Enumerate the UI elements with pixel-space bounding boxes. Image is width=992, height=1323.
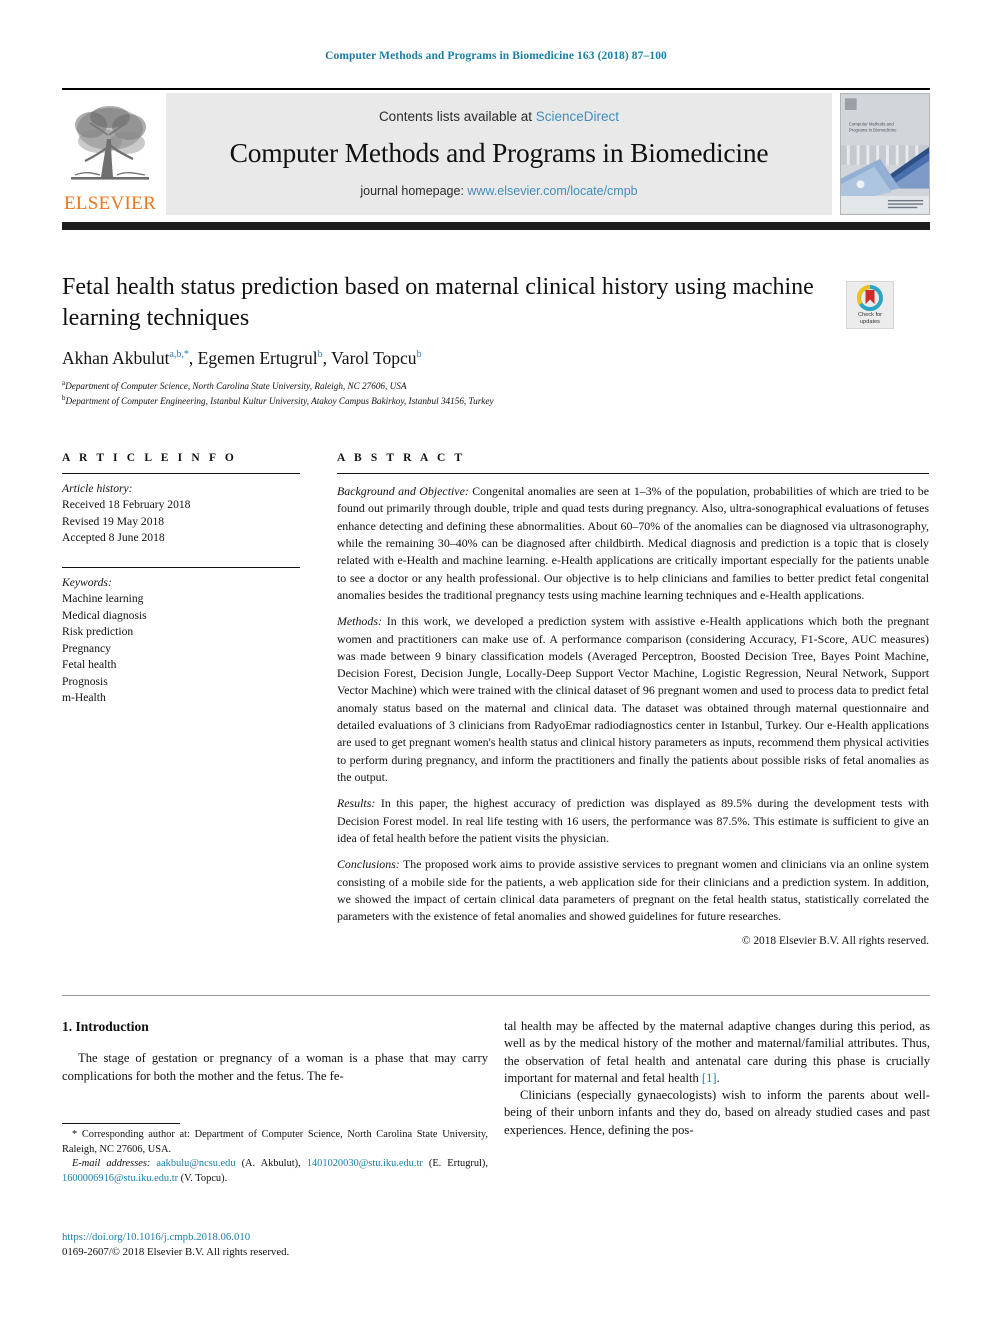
citation-ref-1[interactable]: [1] xyxy=(702,1071,717,1085)
homepage-prefix: journal homepage: xyxy=(360,183,468,198)
masthead-dark-rule xyxy=(62,222,930,230)
email-link-2[interactable]: 1401020030@stu.iku.edu.tr xyxy=(307,1158,423,1169)
journal-homepage-link[interactable]: www.elsevier.com/locate/cmpb xyxy=(467,184,637,198)
keywords-block: Keywords: Machine learning Medical diagn… xyxy=(62,575,300,707)
abstract-conclusions-text: The proposed work aims to provide assist… xyxy=(337,857,929,924)
introduction-paragraph-2-right: Clinicians (especially gynaecologists) w… xyxy=(504,1088,930,1137)
author-list: Akhan Akbuluta,b,*, Egemen Ertugrulb, Va… xyxy=(62,348,422,368)
doi-link[interactable]: https://doi.org/10.1016/j.cmpb.2018.06.0… xyxy=(62,1230,502,1245)
abstract-rule xyxy=(337,473,929,474)
abstract-column: A B S T R A C T Background and Objective… xyxy=(337,452,929,947)
intro-p1-right-post: . xyxy=(716,1070,720,1085)
keyword-item: Risk prediction xyxy=(62,625,134,639)
email-addresses-note: E-mail addresses: aakbulu@ncsu.edu (A. A… xyxy=(62,1157,488,1186)
crossmark-label: Check for updates xyxy=(858,312,882,325)
footnotes-block: * Corresponding author at: Department of… xyxy=(62,1128,488,1186)
abstract-results-paragraph: Results: In this paper, the highest accu… xyxy=(337,795,929,847)
keyword-item: Machine learning xyxy=(62,592,144,606)
journal-title: Computer Methods and Programs in Biomedi… xyxy=(229,136,769,168)
article-info-rule xyxy=(62,473,300,474)
journal-masthead: ELSEVIER Contents lists available at Sci… xyxy=(62,88,930,215)
abstract-background-paragraph: Background and Objective: Congenital ano… xyxy=(337,483,929,604)
abstract-copyright: © 2018 Elsevier B.V. All rights reserved… xyxy=(741,934,929,947)
email-name-2: (E. Ertugrul), xyxy=(422,1158,488,1170)
crossmark-badge[interactable]: Check for updates xyxy=(846,281,894,329)
elsevier-wordmark: ELSEVIER xyxy=(63,193,157,214)
body-column-left: 1. Introduction The stage of gestation o… xyxy=(62,1018,488,1085)
keyword-item: Fetal health xyxy=(62,658,117,672)
introduction-heading: 1. Introduction xyxy=(62,1019,149,1034)
keyword-item: Pregnancy xyxy=(62,641,111,655)
contents-available-line: Contents lists available at ScienceDirec… xyxy=(379,109,619,124)
issn-copyright-line: 0169-2607/© 2018 Elsevier B.V. All right… xyxy=(62,1246,290,1259)
introduction-paragraph-1-left: The stage of gestation or pregnancy of a… xyxy=(62,1051,488,1083)
journal-cover-art: Computer Methods and Programs in Biomedi… xyxy=(841,94,929,214)
corresponding-author-note: * Corresponding author at: Department of… xyxy=(62,1128,488,1157)
svg-text:Programs in Biomedicine: Programs in Biomedicine xyxy=(849,128,897,133)
corresponding-author-text: Corresponding author at: Department of C… xyxy=(62,1129,488,1155)
body-separator-rule xyxy=(62,995,930,996)
keywords-rule xyxy=(62,566,300,568)
affiliation-b: bDepartment of Computer Engineering, Ist… xyxy=(62,394,494,407)
abstract-background-label: Background and Objective: xyxy=(337,484,469,498)
history-item: Revised 19 May 2018 xyxy=(62,514,165,528)
email-name-3: (V. Topcu). xyxy=(178,1172,228,1184)
contents-prefix: Contents lists available at xyxy=(378,108,536,124)
crossmark-icon xyxy=(857,284,883,311)
svg-text:Computer Methods and: Computer Methods and xyxy=(849,122,895,127)
history-item: Received 18 February 2018 xyxy=(62,498,191,512)
email-addresses-label: E-mail addresses: xyxy=(72,1158,151,1170)
running-head: Computer Methods and Programs in Biomedi… xyxy=(325,50,667,62)
keyword-item: Prognosis xyxy=(62,674,108,688)
abstract-conclusions-paragraph: Conclusions: The proposed work aims to p… xyxy=(337,856,929,925)
crossmark-line-2: updates xyxy=(860,318,880,325)
affiliation-a: aDepartment of Computer Science, North C… xyxy=(62,379,407,392)
abstract-conclusions-label: Conclusions: xyxy=(337,857,400,872)
article-info-column: A R T I C L E I N F O Article history: R… xyxy=(62,452,300,706)
article-history-block: Article history: Received 18 February 20… xyxy=(62,481,300,547)
paper-page: Computer Methods and Programs in Biomedi… xyxy=(0,0,992,1323)
article-info-heading: A R T I C L E I N F O xyxy=(62,452,237,464)
abstract-methods-paragraph: Methods: In this work, we developed a pr… xyxy=(337,613,929,786)
doi-block: https://doi.org/10.1016/j.cmpb.2018.06.0… xyxy=(62,1230,502,1261)
journal-band: Contents lists available at ScienceDirec… xyxy=(166,93,832,215)
affiliation-a-text: Department of Computer Science, North Ca… xyxy=(65,381,407,392)
abstract-methods-label: Methods: xyxy=(337,614,382,629)
page-title: Fetal health status prediction based on … xyxy=(62,274,814,331)
elsevier-tree-icon xyxy=(71,106,149,180)
sciencedirect-link[interactable]: ScienceDirect xyxy=(536,109,619,124)
asterisk-marker: * xyxy=(72,1129,78,1140)
article-history-label: Article history: xyxy=(62,482,133,495)
keywords-label: Keywords: xyxy=(62,575,112,589)
body-column-right: tal health may be affected by the matern… xyxy=(504,1018,930,1139)
email-link-3[interactable]: 1600006916@stu.iku.edu.tr xyxy=(62,1173,178,1184)
crossmark-line-1: Check for xyxy=(858,312,882,319)
abstract-heading: A B S T R A C T xyxy=(337,452,466,464)
keyword-item: m-Health xyxy=(62,690,106,704)
email-link-1[interactable]: aakbulu@ncsu.edu xyxy=(156,1158,235,1169)
journal-cover-thumbnail: Computer Methods and Programs in Biomedi… xyxy=(840,93,930,215)
affiliations: aDepartment of Computer Science, North C… xyxy=(62,378,922,409)
introduction-paragraph-1-right: tal health may be affected by the matern… xyxy=(504,1018,930,1087)
abstract-background-text: Congenital anomalies are seen at 1–3% of… xyxy=(337,484,929,602)
email-name-1: (A. Akbulut), xyxy=(235,1158,307,1170)
abstract-results-label: Results: xyxy=(337,796,376,811)
elsevier-logo: ELSEVIER xyxy=(62,93,158,215)
abstract-methods-text: In this work, we developed a prediction … xyxy=(337,614,929,784)
journal-homepage-line: journal homepage: www.elsevier.com/locat… xyxy=(360,184,637,198)
keyword-item: Medical diagnosis xyxy=(62,608,147,622)
abstract-results-text: In this paper, the highest accuracy of p… xyxy=(337,796,929,845)
history-item: Accepted 8 June 2018 xyxy=(62,531,165,545)
footnote-rule xyxy=(62,1123,180,1124)
affiliation-b-text: Department of Computer Engineering, Ista… xyxy=(65,396,494,407)
